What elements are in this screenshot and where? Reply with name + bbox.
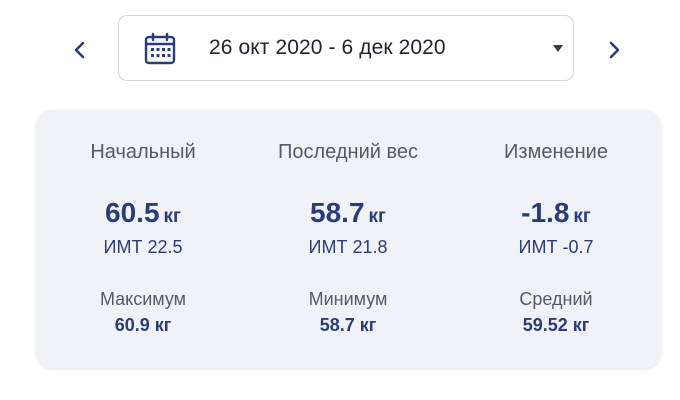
change-value-row: -1.8 кг bbox=[452, 197, 660, 229]
average-weight-label: Средний bbox=[519, 289, 593, 309]
min-weight-label: Минимум bbox=[308, 289, 388, 309]
last-weight-value-row: 58.7 кг bbox=[244, 197, 452, 229]
calendar-icon bbox=[144, 32, 176, 65]
start-weight-value-row: 60.5 кг bbox=[39, 197, 247, 229]
weight-stats-card: Начальный 60.5 кг ИМТ 22.5 Максимум 60.9 … bbox=[36, 110, 661, 368]
start-weight-label: Начальный bbox=[90, 141, 196, 163]
next-period-button[interactable] bbox=[594, 30, 634, 70]
start-bmi: ИМТ 22.5 bbox=[103, 237, 183, 257]
max-weight-label: Максимум bbox=[99, 289, 187, 309]
change-value: -1.8 bbox=[521, 197, 570, 228]
start-weight-value: 60.5 bbox=[105, 197, 160, 228]
last-weight-unit: кг bbox=[368, 206, 386, 227]
change-label: Изменение bbox=[504, 141, 608, 163]
max-weight-value: 60.9 кг bbox=[114, 315, 172, 335]
change-bmi: ИМТ -0.7 bbox=[518, 237, 594, 257]
date-range-selector[interactable]: 26 окт 2020 - 6 дек 2020 bbox=[118, 15, 574, 81]
previous-period-button[interactable] bbox=[60, 30, 100, 70]
start-weight-unit: кг bbox=[163, 206, 181, 227]
chevron-right-icon bbox=[609, 41, 620, 59]
average-weight-value: 59.52 кг bbox=[522, 315, 590, 335]
change-unit: кг bbox=[573, 206, 591, 227]
chevron-left-icon bbox=[74, 41, 85, 59]
caret-down-icon bbox=[553, 45, 563, 52]
last-weight-value: 58.7 bbox=[310, 197, 365, 228]
last-bmi: ИМТ 21.8 bbox=[308, 237, 388, 257]
date-range-label: 26 окт 2020 - 6 дек 2020 bbox=[209, 36, 446, 59]
min-weight-value: 58.7 кг bbox=[319, 315, 377, 335]
last-weight-label: Последний вес bbox=[278, 141, 418, 163]
